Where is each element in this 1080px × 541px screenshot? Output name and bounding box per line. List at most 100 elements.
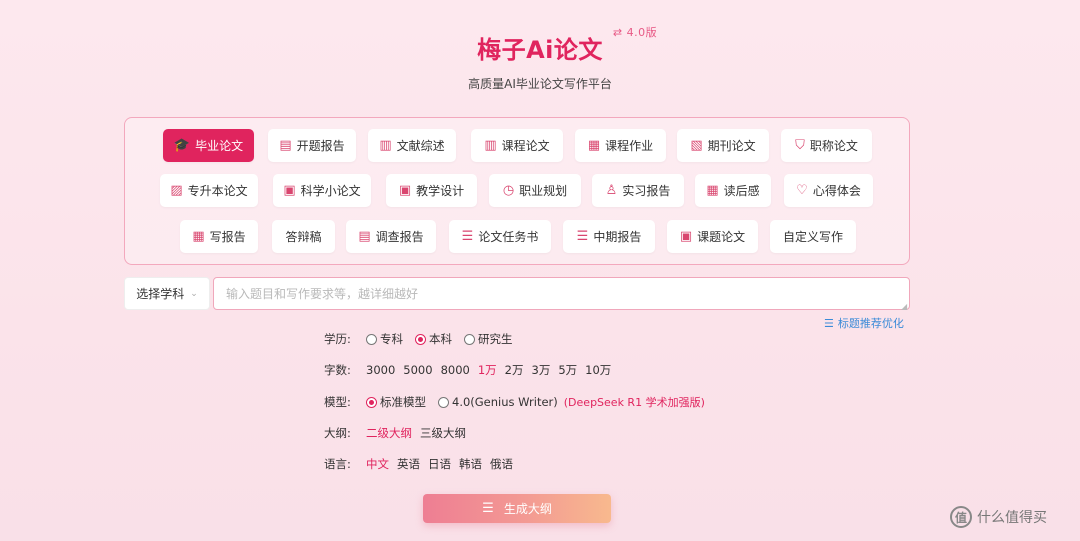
option-text: 4.0(Genius Writer) (452, 395, 558, 409)
word-option-50k[interactable]: 5万 (558, 362, 577, 378)
language-label: 语言: (324, 457, 351, 471)
graduation-cap-icon: 🎓 (173, 138, 191, 153)
language-option-russian[interactable]: 俄语 (490, 456, 513, 472)
type-assignment-book[interactable]: ☰ 论文任务书 (449, 220, 551, 253)
type-label: 职称论文 (809, 139, 858, 153)
type-course-assignment[interactable]: ▦ 课程作业 (575, 129, 666, 162)
watermark-text: 什么值得买 (977, 510, 1047, 526)
resize-grip-icon[interactable]: ◢ (901, 302, 907, 311)
word-option-100k[interactable]: 10万 (585, 362, 611, 378)
radio-checked-icon (415, 333, 426, 345)
type-label: 课程论文 (501, 139, 550, 153)
model-option-genius[interactable]: 4.0(Genius Writer) (438, 395, 558, 409)
book-icon: ▣ (283, 183, 296, 198)
type-label: 自定义写作 (782, 230, 843, 244)
model-note: (DeepSeek R1 学术加强版) (563, 396, 705, 409)
type-experience[interactable]: ♡ 心得体会 (784, 174, 873, 207)
education-option-graduate[interactable]: 研究生 (464, 331, 513, 347)
type-teaching-design[interactable]: ▣ 教学设计 (386, 174, 477, 207)
model-option-standard[interactable]: 标准模型 (366, 394, 426, 410)
type-label: 专升本论文 (187, 184, 248, 198)
watermark-logo: 值 (950, 506, 972, 528)
education-option-junior[interactable]: 专科 (366, 331, 403, 347)
generate-outline-label: 生成大纲 (503, 502, 552, 516)
type-journal-paper[interactable]: ▧ 期刊论文 (677, 129, 769, 162)
type-label: 期刊论文 (707, 139, 756, 153)
word-option-8000[interactable]: 8000 (441, 363, 470, 377)
language-option-japanese[interactable]: 日语 (428, 456, 451, 472)
subject-select-label: 选择学科 (136, 287, 185, 301)
language-option-english[interactable]: 英语 (397, 456, 420, 472)
type-topic-paper[interactable]: ▣ 课题论文 (667, 220, 758, 253)
type-label: 开题报告 (296, 139, 345, 153)
education-row: 学历: 专科 本科 研究生 (324, 330, 525, 348)
radio-icon (366, 333, 377, 345)
topic-input[interactable] (213, 277, 910, 310)
word-option-30k[interactable]: 3万 (532, 362, 551, 378)
type-label: 论文任务书 (478, 230, 539, 244)
type-label: 写报告 (209, 230, 246, 244)
book-icon: ▣ (679, 229, 693, 244)
subject-select[interactable]: 选择学科 ⌄ (124, 277, 210, 310)
type-label: 读后感 (723, 184, 760, 198)
option-text: 标准模型 (380, 395, 426, 409)
language-option-chinese[interactable]: 中文 (366, 456, 389, 472)
type-career-plan[interactable]: ◷ 职业规划 (489, 174, 581, 207)
document-check-icon: ▨ (170, 183, 183, 198)
word-option-5000[interactable]: 5000 (403, 363, 432, 377)
language-option-korean[interactable]: 韩语 (459, 456, 482, 472)
type-graduation-thesis[interactable]: 🎓 毕业论文 (163, 129, 254, 162)
list-document-icon: ☰ (576, 229, 589, 244)
journal-icon: ▧ (690, 138, 703, 153)
type-literature-review[interactable]: ▥ 文献综述 (368, 129, 456, 162)
word-option-10k[interactable]: 1万 (478, 362, 497, 378)
title-recommend-link[interactable]: ☰ 标题推荐优化 (824, 315, 904, 331)
list-document-icon: ☰ (461, 229, 474, 244)
type-midterm-report[interactable]: ☰ 中期报告 (563, 220, 655, 253)
outline-option-level3[interactable]: 三级大纲 (420, 425, 466, 441)
book-icon: ▣ (398, 183, 412, 198)
type-course-paper[interactable]: ▥ 课程论文 (471, 129, 563, 162)
list-icon: ☰ (482, 501, 494, 516)
type-write-report[interactable]: ▦ 写报告 (180, 220, 258, 253)
title-recommend-label: 标题推荐优化 (837, 317, 904, 330)
type-label: 课题论文 (697, 230, 746, 244)
type-label: 实习报告 (622, 184, 671, 198)
type-upgrade-paper[interactable]: ▨ 专升本论文 (160, 174, 258, 207)
app-subtitle: 高质量AI毕业论文写作平台 (468, 77, 612, 91)
type-defense-script[interactable]: 答辩稿 (272, 220, 335, 253)
report-icon: ▤ (279, 138, 292, 153)
heart-icon: ♡ (796, 183, 808, 198)
generate-outline-button[interactable]: ☰ 生成大纲 (423, 494, 611, 523)
type-custom-writing[interactable]: 自定义写作 (770, 220, 856, 253)
model-label: 模型: (324, 395, 351, 409)
type-label: 文献综述 (396, 139, 445, 153)
option-text: 研究生 (478, 332, 513, 346)
type-title-paper[interactable]: ⛉ 职称论文 (781, 129, 872, 162)
education-option-bachelor[interactable]: 本科 (415, 331, 452, 347)
type-label: 答辩稿 (285, 230, 322, 244)
type-reading-reflection[interactable]: ▦ 读后感 (695, 174, 771, 207)
report-icon: ▤ (358, 229, 371, 244)
document-search-icon: ▦ (587, 138, 601, 153)
word-option-3000[interactable]: 3000 (366, 363, 395, 377)
outline-label: 大纲: (324, 426, 351, 440)
model-row: 模型: 标准模型 4.0(Genius Writer) (DeepSeek R1… (324, 393, 705, 411)
type-proposal-report[interactable]: ▤ 开题报告 (268, 129, 356, 162)
type-label: 调查报告 (375, 230, 424, 244)
calendar-icon: ▦ (706, 183, 719, 198)
type-label: 中期报告 (593, 230, 642, 244)
document-icon: ▥ (484, 138, 497, 153)
type-internship-report[interactable]: ♙ 实习报告 (592, 174, 684, 207)
type-label: 教学设计 (416, 184, 465, 198)
version-badge[interactable]: ⇄ 4.0版 (613, 24, 657, 40)
type-label: 职业规划 (519, 184, 568, 198)
word-count-label: 字数: (324, 363, 351, 377)
word-option-20k[interactable]: 2万 (505, 362, 524, 378)
type-label: 课程作业 (605, 139, 654, 153)
type-survey-report[interactable]: ▤ 调查报告 (346, 220, 436, 253)
paper-type-panel: 🎓 毕业论文 ▤ 开题报告 ▥ 文献综述 ▥ 课程论文 ▦ 课程作业 ▧ 期刊论… (124, 117, 910, 265)
type-science-paper[interactable]: ▣ 科学小论文 (273, 174, 371, 207)
outline-option-level2[interactable]: 二级大纲 (366, 425, 412, 441)
document-icon: ▥ (379, 138, 392, 153)
